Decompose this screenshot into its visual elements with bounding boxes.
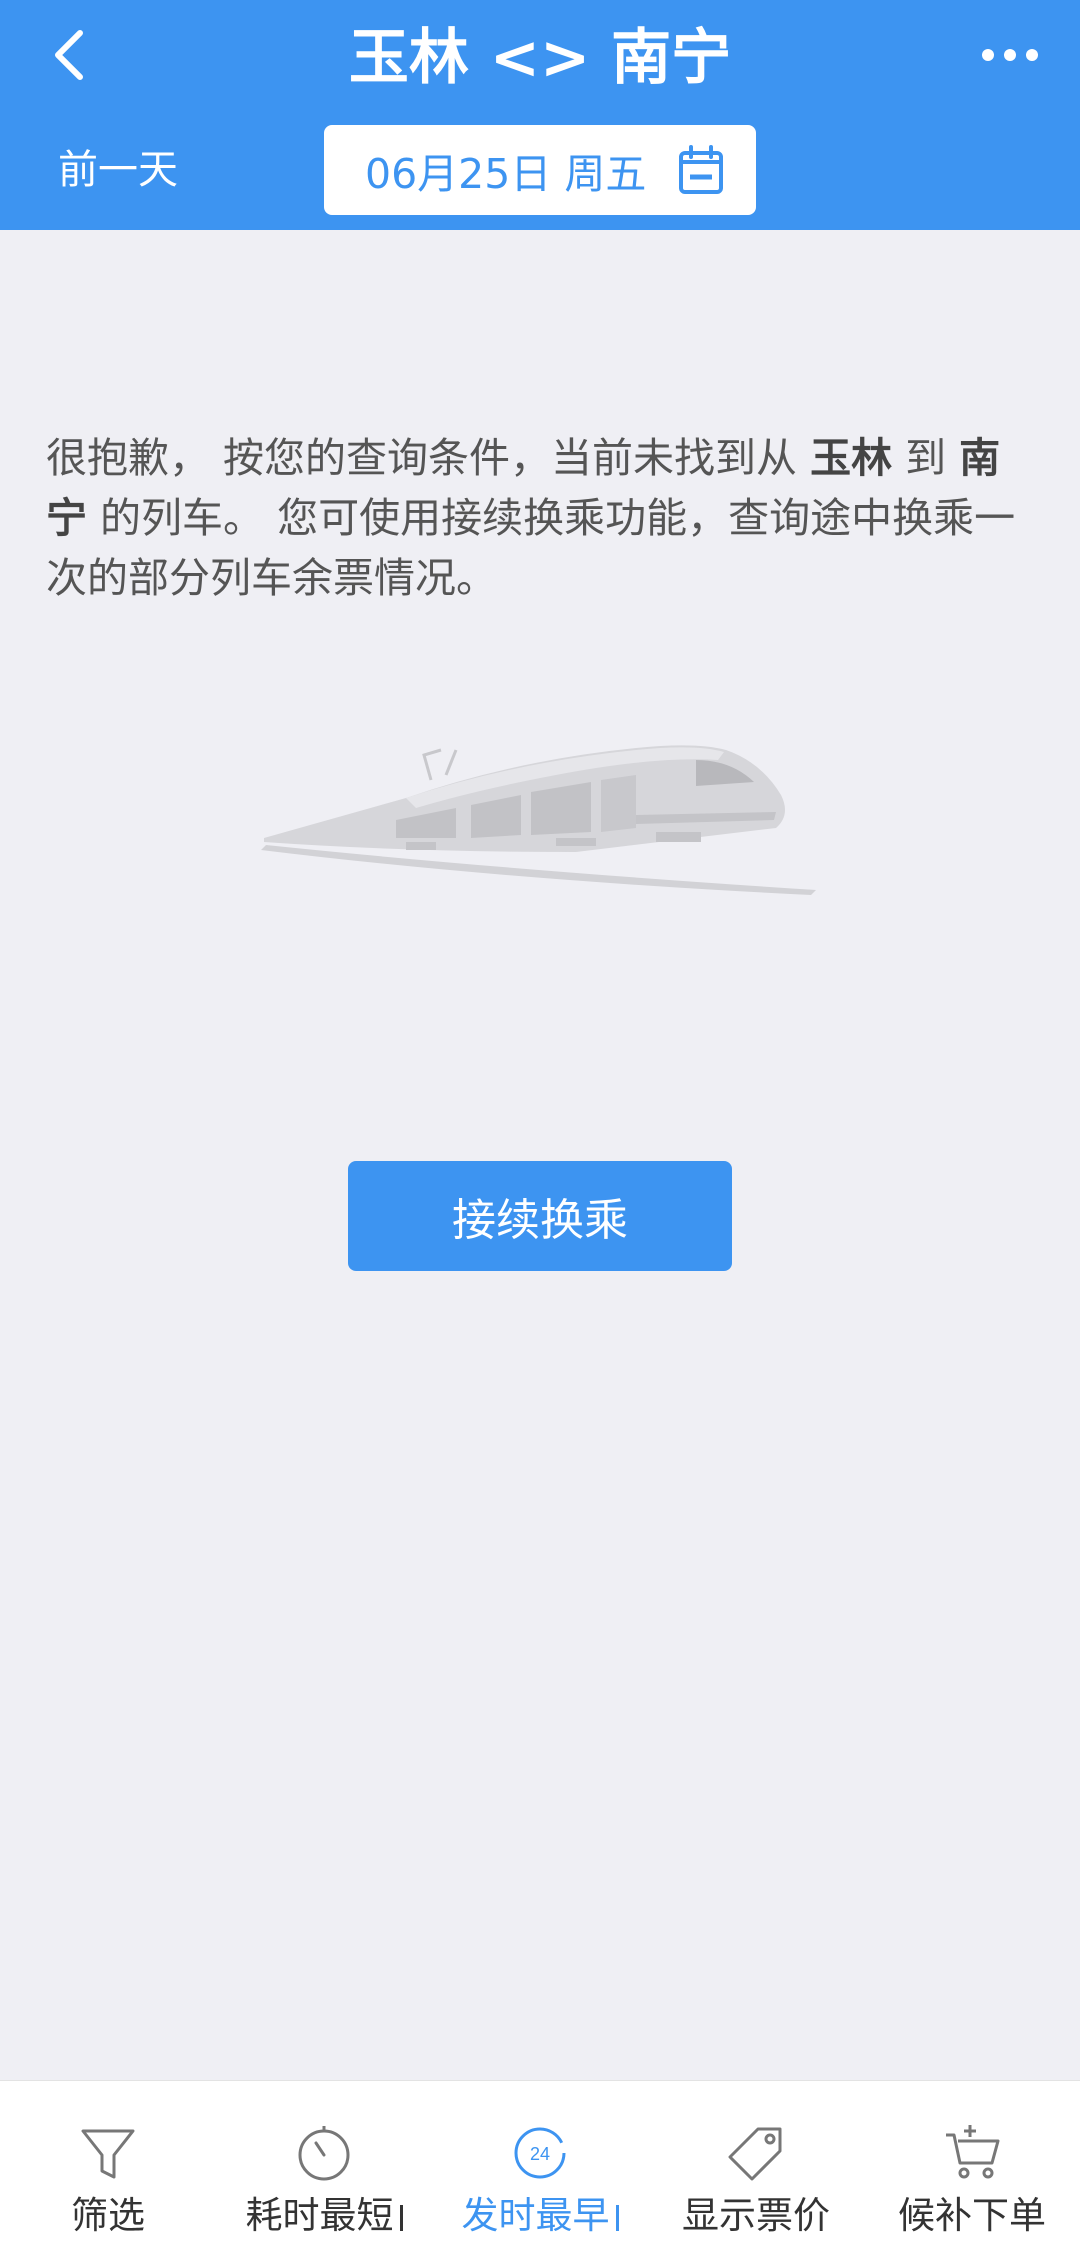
tab-show-price-label: 显示票价 — [682, 2194, 830, 2237]
message-part-2: 到 — [892, 434, 960, 482]
cart-plus-icon — [946, 2125, 1000, 2179]
tab-earliest-label: 发时最早 — [432, 2185, 648, 2239]
tab-waitlist-label: 候补下单 — [898, 2194, 1046, 2237]
transfer-button[interactable]: 接续换乘 — [348, 1161, 732, 1271]
tab-earliest-departure[interactable]: 24 发时最早 — [432, 2081, 648, 2247]
tab-shortest-label: 耗时最短 — [216, 2185, 432, 2239]
clock-24-text: 24 — [530, 2144, 550, 2164]
tab-filter[interactable]: 筛选 — [0, 2081, 216, 2247]
tab-shortest-text: 耗时最短 — [245, 2194, 394, 2237]
page-title: 玉林 <> 南宁 — [348, 23, 732, 93]
tab-filter-label: 筛选 — [71, 2194, 145, 2237]
date-selector[interactable]: 06月25日 周五 — [324, 125, 756, 215]
clock-24-icon: 24 — [514, 2127, 566, 2179]
back-button[interactable] — [30, 10, 110, 100]
prev-day-button[interactable]: 前一天 — [58, 125, 178, 215]
message-part-1: 很抱歉， 按您的查询条件，当前未找到从 — [46, 434, 811, 482]
sort-indicator-icon — [399, 2204, 403, 2231]
more-button[interactable] — [960, 10, 1060, 100]
tab-shortest-duration[interactable]: 耗时最短 — [216, 2081, 432, 2247]
back-arrow-icon — [55, 30, 83, 80]
sort-indicator-icon — [615, 2204, 619, 2231]
tab-show-price[interactable]: 显示票价 — [648, 2081, 864, 2247]
bottom-toolbar: 筛选 耗时最短 24 发时最早 显示票价 候补下单 — [0, 2080, 1080, 2247]
message-part-3: 的列车。 您可使用接续换乘功能，查询途中换乘一次的部分列车余票情况。 — [46, 494, 1016, 602]
timer-icon — [298, 2126, 350, 2181]
calendar-icon — [679, 145, 723, 194]
message-from-station: 玉林 — [810, 434, 893, 482]
tab-waitlist-order[interactable]: 候补下单 — [864, 2081, 1080, 2247]
price-tag-icon — [728, 2127, 782, 2181]
date-label: 06月25日 周五 — [365, 150, 647, 198]
header-bar: 玉林 <> 南宁 前一天 06月25日 周五 — [0, 0, 1080, 230]
no-train-message: 很抱歉， 按您的查询条件，当前未找到从 玉林 到 南宁 的列车。 您可使用接续换… — [46, 428, 1036, 608]
filter-funnel-icon — [81, 2129, 135, 2179]
more-dots-icon — [982, 49, 1038, 61]
train-illustration — [261, 745, 816, 895]
tab-earliest-text: 发时最早 — [461, 2194, 610, 2237]
